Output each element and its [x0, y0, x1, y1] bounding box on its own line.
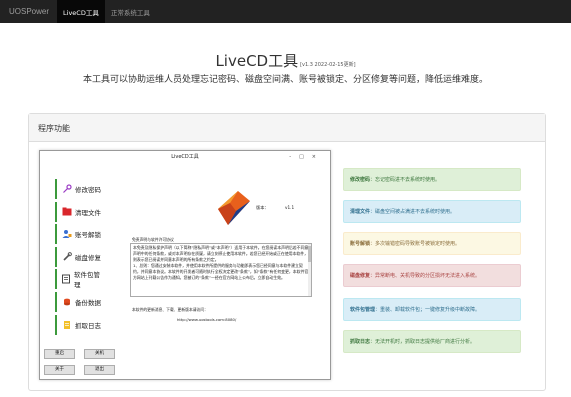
app-screenshot-window: LiveCD工具 -□× 修改密码 清理文件 账号解锁 磁盘修复 软件包管理 备… — [39, 150, 331, 380]
menu-item-label: 磁盘修复 — [75, 253, 101, 262]
menu-item-package-manager[interactable]: 软件包管理 — [55, 269, 103, 290]
nav-link-normal-system[interactable]: 正常系统工具 — [105, 0, 156, 23]
about-button[interactable]: 关于 — [44, 365, 75, 375]
menu-item-label: 账号解锁 — [75, 231, 101, 240]
log-icon — [61, 320, 72, 330]
menu-item-label: 清理文件 — [75, 208, 101, 217]
feature-alert-package-manager: 软件包管理：重装、卸载软件包；一键修复升级中断故障。 — [343, 298, 521, 321]
feature-alert-change-password: 修改密码：忘记密码进不去系统时使用。 — [343, 168, 521, 191]
page-title-block: LiveCD工具 [v1.3 2022-02-15更新] — [0, 50, 571, 71]
folder-icon — [61, 207, 72, 217]
feature-name: 修改密码 — [350, 177, 371, 183]
close-icon[interactable]: × — [312, 154, 324, 160]
license-paragraph: 本免责及隐私保护声明（以下简称“隐私声明”或“本声明”）适用于本软件。在您阅读本… — [133, 245, 309, 262]
top-navbar: UOSPower LiveCD工具 正常系统工具 — [0, 0, 571, 23]
feature-name: 抓取日志 — [350, 339, 371, 345]
menu-item-change-password[interactable]: 修改密码 — [55, 179, 103, 199]
menu-item-label: 修改密码 — [75, 186, 101, 194]
menu-item-label: 备份数据 — [75, 298, 101, 307]
menu-item-label: 软件包管理 — [74, 271, 100, 290]
version-tag: [v1.3 2022-02-15更新] — [300, 62, 356, 68]
panel-heading: 程序功能 — [29, 114, 545, 142]
menu-item-label: 抓取日志 — [75, 321, 101, 330]
menu-item-collect-logs[interactable]: 抓取日志 — [55, 314, 103, 335]
maximize-icon[interactable]: □ — [299, 154, 312, 160]
menu-item-disk-repair[interactable]: 磁盘修复 — [55, 246, 103, 267]
window-controls: -□× — [289, 151, 324, 163]
feature-desc: 忘记密码进不去系统时使用。 — [375, 177, 441, 183]
navbar-brand[interactable]: UOSPower — [0, 7, 57, 16]
feature-alert-collect-logs: 抓取日志：无法开机时，抓取日志提供给厂商进行分析。 — [343, 330, 521, 353]
feature-name: 账号解锁 — [350, 241, 371, 247]
menu-item-backup-data[interactable]: 备份数据 — [55, 291, 103, 312]
feature-name: 清理文件 — [350, 209, 371, 215]
package-icon — [61, 274, 71, 284]
shutdown-button[interactable]: 关机 — [84, 349, 115, 359]
app-menu: 修改密码 清理文件 账号解锁 磁盘修复 软件包管理 备份数据 抓取日志 — [55, 179, 103, 337]
page-title: LiveCD工具 — [215, 52, 299, 70]
app-logo — [218, 191, 250, 225]
features-panel: 程序功能 LiveCD工具 -□× 修改密码 清理文件 账号解锁 磁盘修复 软件… — [28, 113, 546, 391]
feature-desc: 磁盘空间被占满进不去系统时使用。 — [375, 209, 456, 215]
window-title: LiveCD工具 — [171, 154, 199, 160]
wrench-icon — [61, 251, 72, 262]
feature-desc: 无法开机时，抓取日志提供给厂商进行分析。 — [375, 339, 476, 345]
window-titlebar: LiveCD工具 -□× — [40, 151, 330, 163]
reboot-button[interactable]: 重启 — [44, 349, 75, 359]
license-paragraph: 1、总则：您通过安装本软件，并使用本软件所提供的服务与功能即表示您已经同意与本软… — [133, 263, 309, 280]
version-value: v1.1 — [285, 205, 295, 210]
feature-alert-disk-repair: 磁盘修复：异常断电、关机导致的分区损坏无法进入系统。 — [343, 264, 521, 287]
exit-button[interactable]: 退出 — [84, 365, 115, 375]
homepage-label: 本软件的更新消息、下载、更新版本请访问： — [132, 307, 208, 312]
menu-item-unlock-account[interactable]: 账号解锁 — [55, 224, 103, 245]
feature-alert-unlock-account: 账号解锁：多次输错密码导致账号被锁定时使用。 — [343, 232, 521, 255]
feature-desc: 重装、卸载软件包；一键修复升级中断故障。 — [380, 307, 481, 313]
page-subtitle: 本工具可以协助运维人员处理忘记密码、磁盘空间满、账号被锁定、分区修复等问题，降低… — [82, 75, 488, 85]
feature-name: 软件包管理 — [350, 307, 376, 313]
feature-desc: 多次输错密码导致账号被锁定时使用。 — [375, 241, 461, 247]
user-unlock-icon — [61, 229, 72, 239]
feature-desc: 异常断电、关机导致的分区损坏无法进入系统。 — [375, 273, 481, 279]
feature-name: 磁盘修复 — [350, 273, 371, 279]
feature-alert-clean-files: 清理文件：磁盘空间被占满进不去系统时使用。 — [343, 200, 521, 223]
menu-item-clean-files[interactable]: 清理文件 — [55, 201, 103, 222]
minimize-icon[interactable]: - — [289, 154, 299, 160]
backup-icon — [61, 297, 72, 307]
app-action-buttons: 重启 关机 关于 退出 — [44, 349, 118, 375]
license-textbox[interactable]: 本免责及隐私保护声明（以下简称“隐私声明”或“本声明”）适用于本软件。在您阅读本… — [130, 243, 312, 297]
homepage-link[interactable]: http://www.uostools.com:8080/ — [177, 317, 236, 322]
nav-link-livecd[interactable]: LiveCD工具 — [57, 0, 105, 23]
key-icon — [61, 184, 72, 194]
license-scrollbar[interactable] — [308, 244, 311, 296]
version-label: 版本： — [256, 205, 269, 210]
